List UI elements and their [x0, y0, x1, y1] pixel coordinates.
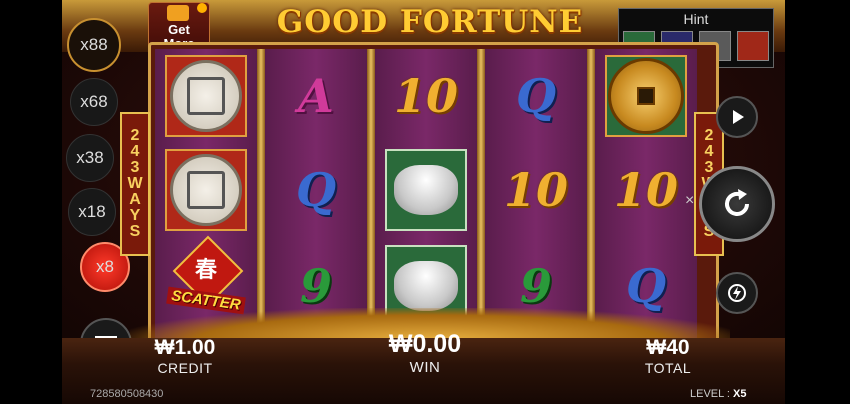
total-display[interactable]: ₩40 TOTAL [636, 336, 700, 376]
reel-divider [477, 49, 485, 339]
multiplier-x68: x68 [70, 78, 118, 126]
credit-label: CREDIT [157, 360, 213, 376]
symbol-q: Q [295, 163, 337, 217]
get-more-label-1: Get [168, 22, 190, 37]
reel-divider [587, 49, 595, 339]
level-label: LEVEL : [690, 388, 734, 400]
level-value: X5 [733, 388, 747, 400]
scatter-badge: 春 [194, 258, 217, 283]
hint-label: Hint [683, 11, 709, 27]
refresh-icon [725, 189, 749, 216]
multiplier-x38: x38 [66, 134, 114, 182]
ingot-symbol [375, 145, 477, 235]
gift-icon [167, 5, 189, 21]
ways-banner-left: 243WAYS [120, 112, 150, 256]
total-value: ₩40 [646, 336, 690, 359]
level-indicator: LEVEL : X5 [690, 388, 746, 400]
reel-divider [367, 49, 375, 339]
coin-symbol [155, 51, 257, 141]
round-id: 728580508430 [90, 388, 164, 400]
notification-dot [197, 3, 207, 13]
reel-1: 春 SCATTER [155, 49, 257, 339]
gold-coin-symbol [595, 51, 697, 141]
multiplier-x88: x88 [67, 18, 121, 72]
reel-2: A Q 9 [265, 49, 367, 339]
reel-4: Q 10 9 [485, 49, 587, 339]
win-display: ₩0.00 WIN [370, 330, 480, 376]
reel-frame: 春 SCATTER A Q 9 10 Q 10 9 10 Q [148, 42, 719, 346]
multiplier-x18: x18 [68, 188, 116, 236]
lightning-icon [728, 284, 746, 302]
symbol-10: 10 [613, 163, 678, 217]
left-border [0, 0, 62, 404]
spin-button[interactable] [699, 166, 775, 242]
win-value: ₩0.00 [388, 330, 462, 358]
symbol-10: 10 [393, 69, 458, 123]
reel-3: 10 [375, 49, 477, 339]
credit-display: ₩1.00 CREDIT [150, 336, 220, 376]
win-label: WIN [409, 359, 441, 376]
reel-5: 10 Q [595, 49, 697, 339]
symbol-a: A [298, 69, 334, 123]
symbol-q: Q [515, 69, 557, 123]
autoplay-button[interactable] [716, 96, 758, 138]
spin-side-mark: × [685, 192, 695, 209]
game-screen: GOOD FORTUNE Get More Hint x88 x68 x38 x… [0, 0, 850, 404]
reel-divider [257, 49, 265, 339]
coin-symbol [155, 145, 257, 235]
coin-icon [737, 31, 769, 61]
credit-value: ₩1.00 [154, 336, 216, 359]
symbol-10: 10 [503, 163, 568, 217]
total-label: TOTAL [644, 360, 692, 376]
right-border [785, 0, 850, 404]
play-circle-icon [733, 110, 744, 124]
